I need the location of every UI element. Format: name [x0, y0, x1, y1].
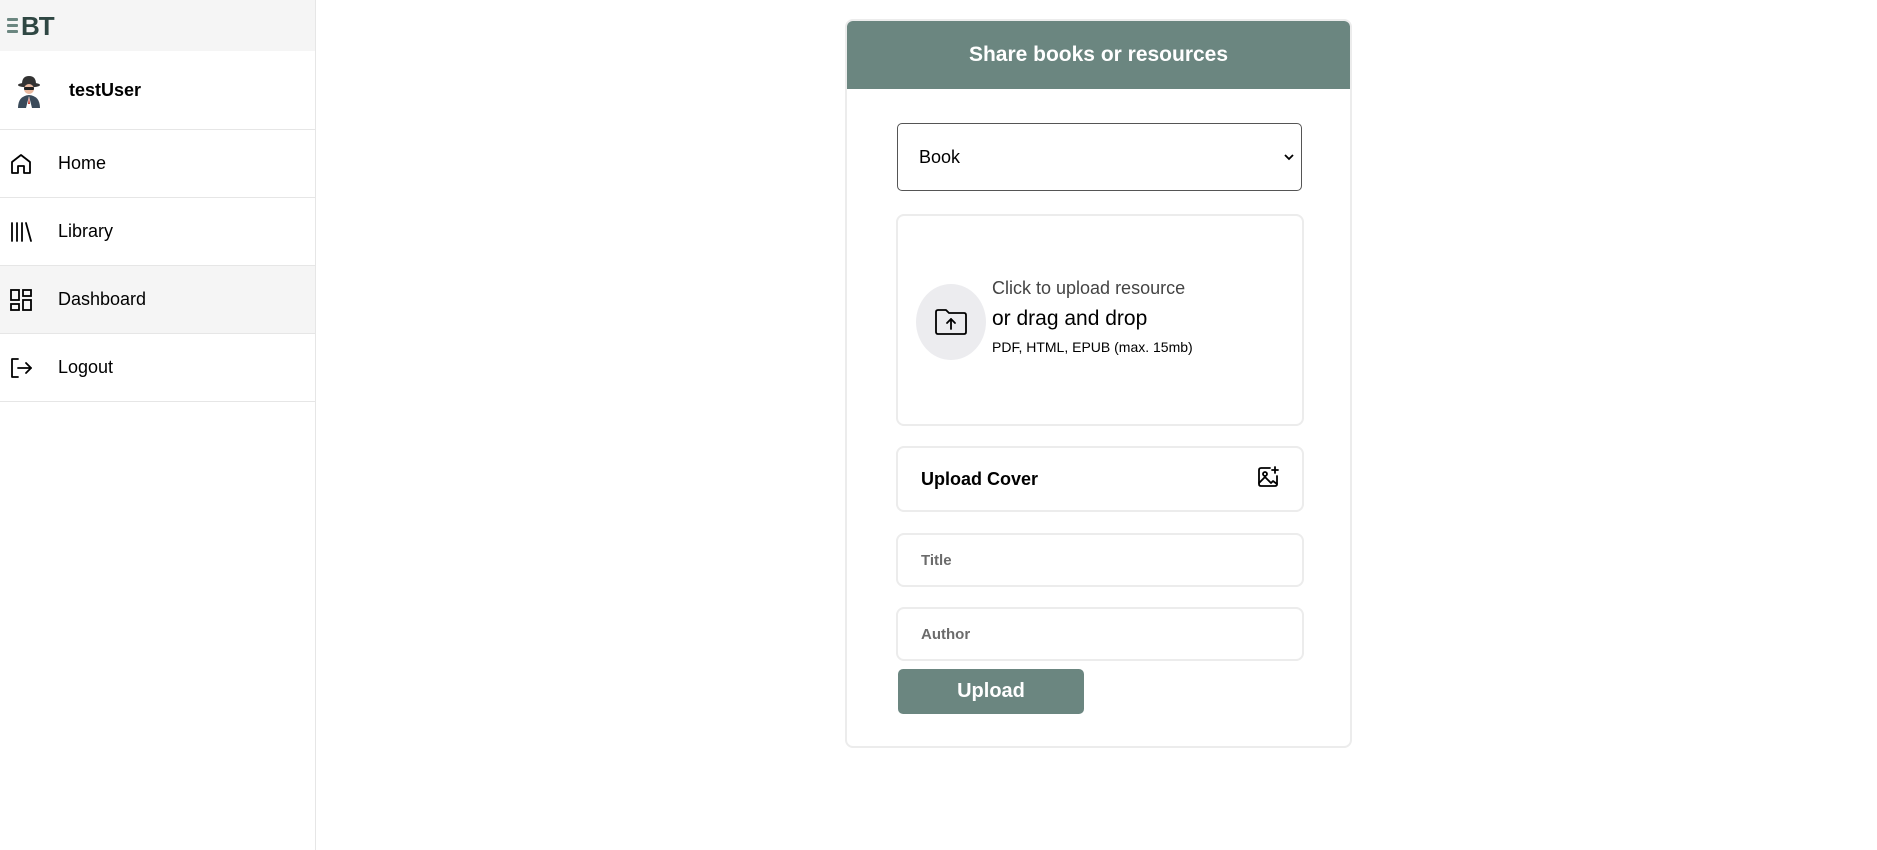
title-input[interactable]: [896, 533, 1304, 587]
folder-upload-icon: [916, 284, 986, 360]
chevron-down-icon: [1283, 147, 1295, 168]
logout-icon: [8, 355, 34, 381]
nav-item-dashboard[interactable]: Dashboard: [0, 266, 315, 334]
library-icon: [8, 219, 34, 245]
upload-button[interactable]: Upload: [898, 669, 1084, 714]
upload-cover-button[interactable]: Upload Cover: [896, 446, 1304, 512]
nav-item-home[interactable]: Home: [0, 130, 315, 198]
upload-cover-label: Upload Cover: [921, 468, 1039, 489]
dropzone-primary-text: Click to upload resource: [992, 278, 1186, 298]
dashboard-icon: [8, 287, 34, 313]
sidebar: BT testUser Home Library Dashboard Logou…: [0, 0, 316, 850]
home-icon: [8, 151, 34, 177]
dropzone-hint-text: PDF, HTML, EPUB (max. 15mb): [992, 339, 1193, 355]
resource-dropzone[interactable]: Click to upload resource or drag and dro…: [896, 214, 1304, 426]
dropzone-secondary-text: or drag and drop: [992, 307, 1148, 330]
dropzone-texts: Click to upload resource or drag and dro…: [992, 278, 1193, 355]
image-plus-icon: [1256, 465, 1280, 494]
share-resource-card: Share books or resources Book Click to u…: [845, 19, 1352, 748]
card-title: Share books or resources: [968, 43, 1229, 66]
user-profile: testUser: [0, 51, 315, 130]
card-header: Share books or resources: [847, 21, 1350, 89]
nav-label-library: Library: [58, 221, 114, 241]
logo-lines-icon: [7, 18, 18, 33]
author-input[interactable]: [896, 607, 1304, 661]
resource-type-select[interactable]: Book: [897, 123, 1302, 191]
nav-label-logout: Logout: [58, 357, 114, 377]
nav-item-library[interactable]: Library: [0, 198, 315, 266]
username: testUser: [69, 79, 142, 100]
nav-item-logout[interactable]: Logout: [0, 334, 315, 402]
logo-text: BT: [21, 10, 55, 41]
nav-label-home: Home: [58, 153, 107, 173]
resource-type-value: Book: [919, 146, 961, 167]
logo-bar: BT: [0, 0, 315, 51]
nav-label-dashboard: Dashboard: [58, 289, 147, 309]
app-logo[interactable]: BT: [7, 10, 55, 41]
spy-avatar-icon: [10, 71, 48, 109]
